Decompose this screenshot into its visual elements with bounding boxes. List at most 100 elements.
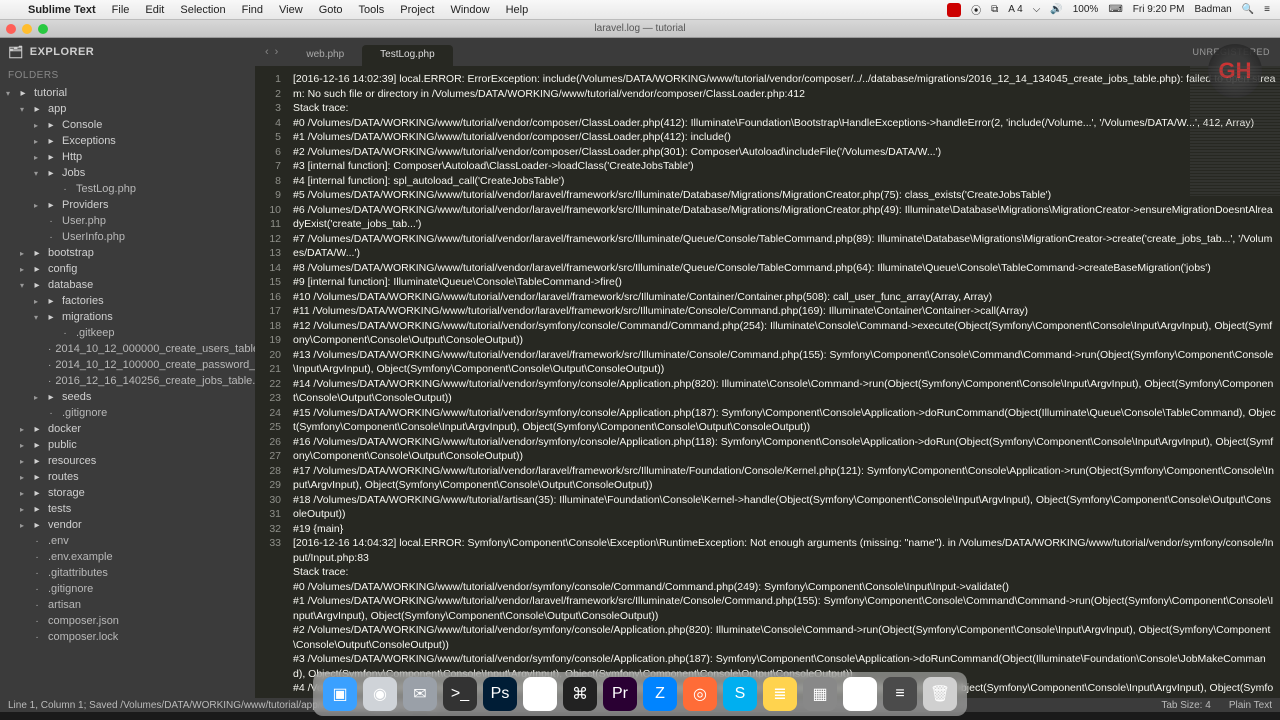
folder-icon: ▸ [44,296,58,307]
tab-web-php[interactable]: web.php [288,45,362,66]
file--gitattributes[interactable]: ·.gitattributes [0,565,255,581]
minimap[interactable] [1190,66,1280,196]
folder-icon: ▸ [44,120,58,131]
app-name[interactable]: Sublime Text [20,4,104,16]
disclosure-arrow-icon: ▾ [6,89,16,98]
menu-tools[interactable]: Tools [351,4,393,16]
folder-app[interactable]: ▾▸app [0,101,255,117]
mail-icon[interactable]: ✉ [403,677,437,711]
file--gitignore[interactable]: ·.gitignore [0,405,255,421]
file--gitignore[interactable]: ·.gitignore [0,581,255,597]
iterm-icon[interactable]: ⌘ [563,677,597,711]
input-icon[interactable]: ⌨ [1108,4,1122,15]
file-icon: · [30,600,44,611]
nav-back-icon[interactable]: ‹ [265,46,269,58]
volume-icon[interactable]: 🔊 [1050,4,1062,15]
minimize-window-button[interactable] [22,24,32,34]
status-tabsize[interactable]: Tab Size: 4 [1161,700,1210,711]
file-2014_10_12_000000_create_users_table-php[interactable]: ·2014_10_12_000000_create_users_table.ph… [0,341,255,357]
folder-storage[interactable]: ▸▸storage [0,485,255,501]
code-line: #15 /Volumes/DATA/WORKING/www/tutorial/v… [293,406,1276,435]
folder-tutorial[interactable]: ▾▸tutorial [0,85,255,101]
tree-item-label: .gitignore [62,407,107,419]
folder-icon: ▸ [30,440,44,451]
close-window-button[interactable] [6,24,16,34]
skype-icon[interactable]: S [723,677,757,711]
file-2014_10_12_100000_create_password_resets_table-p[interactable]: ·2014_10_12_100000_create_password_reset… [0,357,255,373]
folder-migrations[interactable]: ▾▸migrations [0,309,255,325]
clock[interactable]: Fri 9:20 PM [1133,4,1185,15]
menu-selection[interactable]: Selection [172,4,233,16]
menu-project[interactable]: Project [392,4,442,16]
zoom-window-button[interactable] [38,24,48,34]
slack-icon[interactable]: ※ [843,677,877,711]
file-testlog-php[interactable]: ·TestLog.php [0,181,255,197]
tree-item-label: .gitkeep [76,327,115,339]
tab-testlog-php[interactable]: TestLog.php [362,45,453,66]
dropbox-icon[interactable]: ⧉ [991,4,998,15]
folder-tests[interactable]: ▸▸tests [0,501,255,517]
notes-icon[interactable]: ≣ [763,677,797,711]
menu-file[interactable]: File [104,4,138,16]
folder-public[interactable]: ▸▸public [0,437,255,453]
premiere-icon[interactable]: Pr [603,677,637,711]
folder-resources[interactable]: ▸▸resources [0,453,255,469]
tree-item-label: artisan [48,599,81,611]
screencast-icon[interactable]: ⦿ [971,2,981,17]
tree-item-label: Http [62,151,82,163]
folder-icon: ▸ [44,392,58,403]
folder-http[interactable]: ▸▸Http [0,149,255,165]
menu-view[interactable]: View [271,4,311,16]
file-userinfo-php[interactable]: ·UserInfo.php [0,229,255,245]
file-composer-lock[interactable]: ·composer.lock [0,629,255,645]
user-name[interactable]: Badman [1194,4,1231,15]
notifications-icon[interactable]: ≡ [1264,4,1270,15]
folder-jobs[interactable]: ▾▸Jobs [0,165,255,181]
chrome-icon[interactable]: ◐ [523,677,557,711]
file-composer-json[interactable]: ·composer.json [0,613,255,629]
finder-icon[interactable]: ▣ [323,677,357,711]
file--env[interactable]: ·.env [0,533,255,549]
folder-config[interactable]: ▸▸config [0,261,255,277]
file-user-php[interactable]: ·User.php [0,213,255,229]
folder-database[interactable]: ▾▸database [0,277,255,293]
wifi-icon[interactable]: ⌵ [1033,4,1041,15]
folder-console[interactable]: ▸▸Console [0,117,255,133]
folder-docker[interactable]: ▸▸docker [0,421,255,437]
tree-item-label: TestLog.php [76,183,136,195]
folder-providers[interactable]: ▸▸Providers [0,197,255,213]
file-2016_12_16_140256_create_jobs_table-php[interactable]: ·2016_12_16_140256_create_jobs_table.php [0,373,255,389]
folder-vendor[interactable]: ▸▸vendor [0,517,255,533]
status-syntax[interactable]: Plain Text [1229,700,1272,711]
menu-edit[interactable]: Edit [137,4,172,16]
folder-exceptions[interactable]: ▸▸Exceptions [0,133,255,149]
battery-status[interactable]: 100% [1073,4,1099,15]
nav-forward-icon[interactable]: › [275,46,279,58]
disclosure-arrow-icon: ▸ [20,265,30,274]
menu-window[interactable]: Window [442,4,497,16]
menu-find[interactable]: Find [234,4,271,16]
zalo-icon[interactable]: Z [643,677,677,711]
trash-icon[interactable]: 🗑 [923,677,957,711]
adobe-icon[interactable]: A 4 [1008,4,1022,15]
code-area[interactable]: [2016-12-16 14:02:39] local.ERROR: Error… [287,66,1280,698]
menu-goto[interactable]: Goto [311,4,351,16]
terminal-icon[interactable]: >_ [443,677,477,711]
calc-icon[interactable]: ▦ [803,677,837,711]
menu-help[interactable]: Help [498,4,537,16]
spotlight-icon[interactable]: 🔍 [1242,4,1254,15]
folder-routes[interactable]: ▸▸routes [0,469,255,485]
file--env-example[interactable]: ·.env.example [0,549,255,565]
photoshop-icon[interactable]: Ps [483,677,517,711]
folder-factories[interactable]: ▸▸factories [0,293,255,309]
sublime-icon[interactable]: ≡ [883,677,917,711]
file-artisan[interactable]: · artisan [0,597,255,613]
safari-icon[interactable]: ◉ [363,677,397,711]
folder-seeds[interactable]: ▸▸seeds [0,389,255,405]
editor[interactable]: 1234567891011121314151617181920212223242… [255,66,1280,698]
postman-icon[interactable]: ◎ [683,677,717,711]
file--gitkeep[interactable]: ·.gitkeep [0,325,255,341]
vpn-icon[interactable] [947,3,961,17]
folder-bootstrap[interactable]: ▸▸bootstrap [0,245,255,261]
code-line: #18 /Volumes/DATA/WORKING/www/tutorial/a… [293,493,1276,522]
